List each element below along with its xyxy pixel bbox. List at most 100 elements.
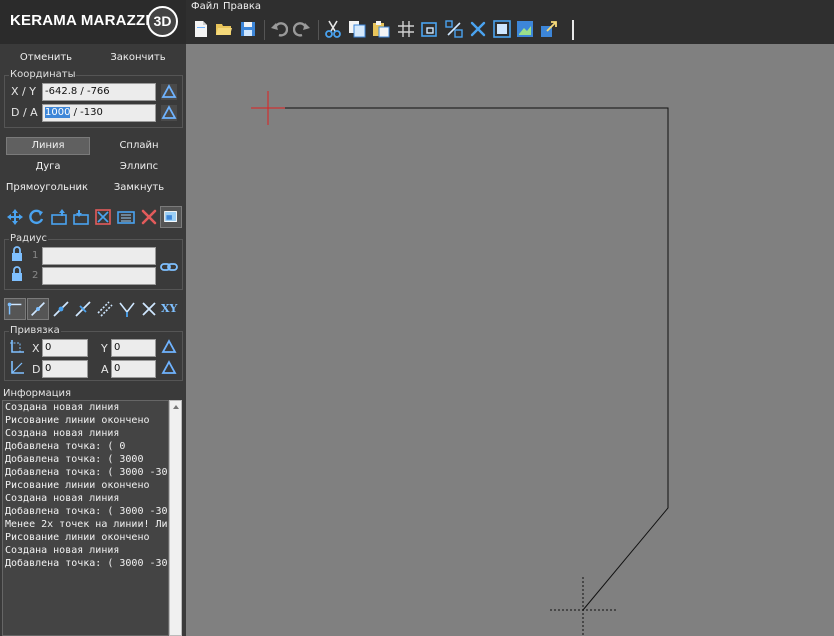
snap-da-delta-button[interactable] [161, 360, 177, 376]
snap-endpoint-icon[interactable] [4, 298, 26, 320]
xy-input[interactable]: -642.8 / -766 [42, 83, 156, 101]
logo: KERAMA MARAZZI 3D [0, 0, 186, 44]
xy-label: X / Y [11, 85, 36, 98]
logo-text: KERAMA MARAZZI [10, 12, 150, 29]
snap-intersection-icon[interactable] [140, 300, 158, 318]
rotate-icon[interactable] [27, 208, 45, 226]
copy-up-icon[interactable] [50, 208, 68, 226]
mirror-icon[interactable] [94, 208, 112, 226]
snap-xy-delta-button[interactable] [161, 339, 177, 355]
link-icon[interactable] [160, 258, 178, 276]
start-point-marker [251, 91, 285, 125]
xy-delta-button[interactable] [161, 84, 177, 100]
copy-down-icon[interactable] [72, 208, 90, 226]
paste-icon[interactable] [372, 20, 390, 38]
snap-d-input[interactable]: 0 [42, 360, 88, 378]
copy-icon[interactable] [348, 20, 366, 38]
da-input[interactable]: 1000 / -130 [42, 104, 156, 122]
left-panel: KERAMA MARAZZI 3D Отменить Закончить Коо… [0, 0, 186, 636]
log-line: Рисование линии окончено [5, 480, 150, 491]
snap-tangent-icon[interactable] [118, 300, 136, 318]
log-line: Добавлена точка: ( 0 [5, 441, 126, 452]
snap-xy-button[interactable]: XY [161, 302, 177, 315]
snap-y-input[interactable]: 0 [111, 339, 156, 357]
log-line: Рисование линии окончено [5, 415, 150, 426]
render-view-icon[interactable] [516, 20, 534, 38]
snap-parallel-icon[interactable] [96, 300, 114, 318]
log-line: Добавлена точка: ( 3000 -300 [5, 467, 169, 478]
log-line: Добавлена точка: ( 3000 -300 [5, 558, 169, 569]
toolbar-separator [264, 20, 265, 40]
log-line: Рисование линии окончено [5, 532, 150, 543]
log-line: Создана новая линия [5, 428, 120, 439]
zoom-window-icon[interactable] [421, 20, 439, 38]
log-line: Добавлена точка: ( 3000 [5, 454, 144, 465]
menu-file[interactable]: Файл [191, 1, 219, 12]
info-title: Информация [3, 388, 72, 399]
text-cursor [572, 20, 574, 40]
cancel-button[interactable]: Отменить [6, 49, 86, 67]
crosshair-cursor [550, 577, 616, 636]
properties-icon[interactable] [160, 206, 182, 228]
logo-badge: 3D [147, 6, 178, 37]
radius-title: Радиус [9, 233, 48, 244]
snap-midpoint-icon[interactable] [52, 300, 70, 318]
drawing-svg [251, 91, 669, 636]
delete-icon[interactable] [140, 208, 158, 226]
snap-x-label: X [32, 342, 40, 355]
grid-icon[interactable] [397, 20, 415, 38]
lock-icon[interactable] [10, 246, 24, 262]
tool-spline[interactable]: Сплайн [98, 137, 180, 155]
snap-group [4, 331, 183, 381]
redo-icon[interactable] [293, 20, 311, 38]
snap-d-label: D [32, 363, 41, 376]
radius-1-input[interactable] [42, 247, 156, 265]
radius-row-2-number: 2 [32, 270, 39, 281]
snap-perpendicular-icon[interactable] [74, 300, 92, 318]
save-icon[interactable] [239, 20, 257, 38]
snap-origin-icon[interactable] [9, 339, 25, 355]
snap-a-input[interactable]: 0 [111, 360, 156, 378]
tool-line[interactable]: Линия [6, 137, 90, 155]
log-line: Создана новая линия [5, 402, 120, 413]
drawing-canvas[interactable] [186, 44, 834, 636]
da-label: D / A [11, 106, 38, 119]
array-icon[interactable] [117, 208, 135, 226]
undo-icon[interactable] [270, 20, 288, 38]
finish-button[interactable]: Закончить [96, 49, 180, 67]
snap-a-label: A [101, 363, 109, 376]
close-x-icon[interactable] [469, 20, 487, 38]
coordinates-title: Координаты [9, 69, 77, 80]
export-view-icon[interactable] [540, 20, 558, 38]
scale-icon[interactable] [445, 20, 463, 38]
snap-y-label: Y [101, 342, 108, 355]
info-log[interactable]: Создана новая линия Рисование линии оконч… [2, 400, 169, 636]
toolbar-separator [318, 20, 319, 40]
lock-icon[interactable] [10, 266, 24, 282]
snap-title: Привязка [9, 325, 61, 336]
log-line: Создана новая линия [5, 493, 120, 504]
radius-row-1-number: 1 [32, 250, 39, 261]
menu-edit[interactable]: Правка [223, 1, 261, 12]
tool-ellipse[interactable]: Эллипс [98, 158, 180, 176]
log-line: Добавлена точка: ( 3000 -300 [5, 506, 169, 517]
da-delta-button[interactable] [161, 105, 177, 121]
tool-rectangle[interactable]: Прямоугольник [2, 179, 92, 197]
log-line: Менее 2х точек на линии! Лин [5, 519, 169, 530]
snap-angle-icon[interactable] [9, 360, 25, 376]
tool-close[interactable]: Замкнуть [98, 179, 180, 197]
tool-arc[interactable]: Дуга [6, 158, 90, 176]
radius-2-input[interactable] [42, 267, 156, 285]
log-scrollbar[interactable] [169, 400, 182, 636]
new-file-icon[interactable] [192, 20, 210, 38]
top-bar: Файл Правка [186, 0, 834, 44]
open-folder-icon[interactable] [215, 20, 233, 38]
log-line: Создана новая линия [5, 545, 120, 556]
fit-view-icon[interactable] [493, 20, 511, 38]
scroll-up-arrow[interactable] [173, 405, 179, 409]
move-icon[interactable] [6, 208, 24, 226]
drawn-polyline[interactable] [268, 107, 669, 611]
cut-icon[interactable] [324, 20, 342, 38]
snap-line-icon[interactable] [27, 298, 49, 320]
snap-x-input[interactable]: 0 [42, 339, 88, 357]
